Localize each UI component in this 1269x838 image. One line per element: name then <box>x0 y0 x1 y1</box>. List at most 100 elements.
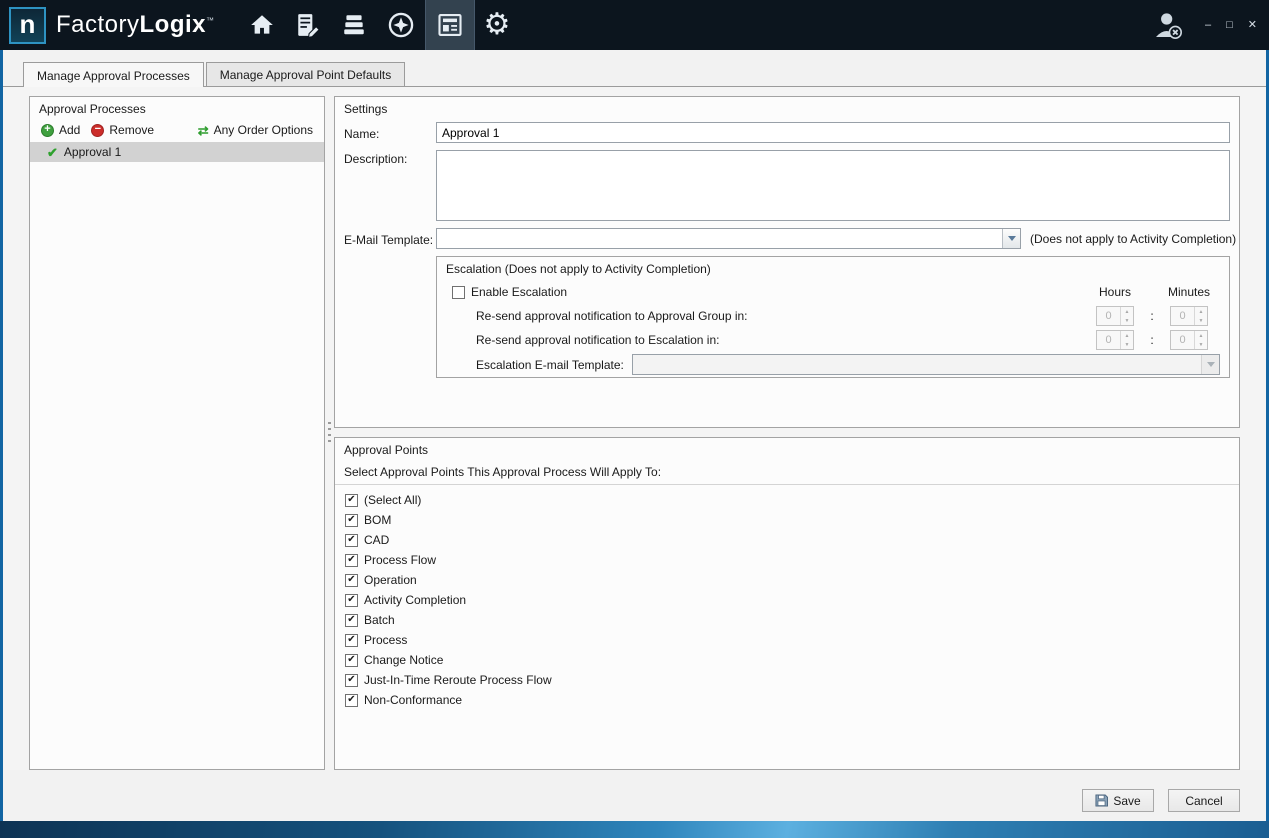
checkbox-icon[interactable] <box>345 554 358 567</box>
checkbox-icon[interactable] <box>345 694 358 707</box>
remove-button[interactable]: Remove <box>88 122 157 138</box>
checkbox-icon[interactable] <box>345 674 358 687</box>
checkbox-icon[interactable] <box>345 494 358 507</box>
point-label: BOM <box>364 513 391 527</box>
resend-escalation-label: Re-send approval notification to Escalat… <box>446 333 1084 347</box>
nav-settings-button[interactable]: ⚙ <box>475 0 520 50</box>
email-template-note: (Does not apply to Activity Completion) <box>1030 232 1236 246</box>
nav-reports-button[interactable] <box>425 0 475 50</box>
app-window: n FactoryLogix™ <box>0 0 1269 838</box>
window-controls: – □ ✕ <box>1205 20 1257 31</box>
maximize-button[interactable]: □ <box>1226 20 1233 31</box>
footer: Save Cancel <box>3 770 1266 821</box>
checkbox-icon[interactable] <box>345 594 358 607</box>
description-input[interactable] <box>436 150 1230 221</box>
cancel-label: Cancel <box>1185 794 1222 808</box>
escalation-template-label: Escalation E-mail Template: <box>476 358 624 372</box>
list-item-approval-1[interactable]: Approval 1 <box>30 142 324 162</box>
minutes-spinner-cell: 0 ▲▼ <box>1158 330 1220 350</box>
checkbox-icon[interactable] <box>345 614 358 627</box>
save-button[interactable]: Save <box>1082 789 1154 812</box>
any-order-icon <box>198 124 209 137</box>
newspaper-icon <box>435 11 465 39</box>
approval-points-title: Approval Points <box>335 438 1239 461</box>
checkbox-icon[interactable] <box>345 514 358 527</box>
escalation-template-dropdown[interactable] <box>632 354 1220 375</box>
point-label: Just-In-Time Reroute Process Flow <box>364 673 552 687</box>
close-button[interactable]: ✕ <box>1248 20 1257 31</box>
main-area: Manage Approval Processes Manage Approva… <box>3 50 1266 821</box>
point-row-non-conformance[interactable]: Non-Conformance <box>335 690 1239 710</box>
email-template-row: E-Mail Template: (Does not apply to Acti… <box>344 228 1230 249</box>
nav-materials-button[interactable] <box>331 0 377 50</box>
point-row-process-flow[interactable]: Process Flow <box>335 550 1239 570</box>
logout-user-icon[interactable] <box>1151 9 1185 41</box>
checkbox-icon[interactable] <box>452 286 465 299</box>
cancel-button[interactable]: Cancel <box>1168 789 1240 812</box>
group-minutes-spinner[interactable]: 0 ▲▼ <box>1170 306 1208 326</box>
point-label: Operation <box>364 573 417 587</box>
spinner-down-icon[interactable]: ▼ <box>1121 340 1133 349</box>
nav-production-button[interactable] <box>377 0 425 50</box>
nav-home-button[interactable] <box>239 0 285 50</box>
checkbox-icon[interactable] <box>345 654 358 667</box>
trademark: ™ <box>206 16 215 25</box>
spinner-up-icon[interactable]: ▲ <box>1195 307 1207 316</box>
approval-processes-panel: Approval Processes Add Remove Any Order … <box>29 96 325 770</box>
point-label: (Select All) <box>364 493 421 507</box>
escalation-template-value <box>633 355 1201 374</box>
spinner-up-icon[interactable]: ▲ <box>1121 307 1133 316</box>
escalation-groupbox: Escalation (Does not apply to Activity C… <box>436 256 1230 378</box>
point-row-jit-reroute[interactable]: Just-In-Time Reroute Process Flow <box>335 670 1239 690</box>
approval-process-list: Approval 1 <box>30 142 324 769</box>
hours-header: Hours <box>1084 285 1146 299</box>
spinner-up-icon[interactable]: ▲ <box>1121 331 1133 340</box>
minimize-button[interactable]: – <box>1205 20 1211 31</box>
point-label: Non-Conformance <box>364 693 462 707</box>
enable-escalation-checkbox[interactable]: Enable Escalation <box>446 285 1084 299</box>
point-row-activity-completion[interactable]: Activity Completion <box>335 590 1239 610</box>
panel-splitter[interactable] <box>325 96 334 770</box>
approval-points-list: (Select All) BOM CAD Process Flow Operat… <box>335 485 1239 710</box>
app-logo-letter: n <box>20 11 36 37</box>
spinner-value: 0 <box>1097 307 1120 325</box>
checkbox-icon[interactable] <box>345 574 358 587</box>
tab-strip: Manage Approval Processes Manage Approva… <box>3 50 1266 86</box>
point-row-select-all[interactable]: (Select All) <box>335 490 1239 510</box>
gear-icon: ⚙ <box>484 10 511 40</box>
escalation-template-dropdown-button[interactable] <box>1201 355 1219 374</box>
escalation-minutes-spinner[interactable]: 0 ▲▼ <box>1170 330 1208 350</box>
point-row-change-notice[interactable]: Change Notice <box>335 650 1239 670</box>
remove-icon <box>91 124 104 137</box>
spinner-down-icon[interactable]: ▼ <box>1121 316 1133 325</box>
checkbox-icon[interactable] <box>345 534 358 547</box>
email-template-dropdown-button[interactable] <box>1002 229 1020 248</box>
point-label: CAD <box>364 533 389 547</box>
tab-manage-approval-point-defaults[interactable]: Manage Approval Point Defaults <box>206 62 405 86</box>
spinner-up-icon[interactable]: ▲ <box>1195 331 1207 340</box>
escalation-header-row: Enable Escalation Hours Minutes <box>437 280 1229 304</box>
email-template-dropdown[interactable] <box>436 228 1021 249</box>
add-button[interactable]: Add <box>38 122 83 138</box>
window-bottom-border <box>0 821 1269 838</box>
checkbox-icon[interactable] <box>345 634 358 647</box>
minutes-header: Minutes <box>1158 285 1220 299</box>
enable-escalation-label: Enable Escalation <box>471 285 567 299</box>
spinner-down-icon[interactable]: ▼ <box>1195 340 1207 349</box>
escalation-hours-spinner[interactable]: 0 ▲▼ <box>1096 330 1134 350</box>
escalation-title: Escalation (Does not apply to Activity C… <box>437 257 1229 280</box>
spinner-value: 0 <box>1171 331 1194 349</box>
point-row-operation[interactable]: Operation <box>335 570 1239 590</box>
point-row-cad[interactable]: CAD <box>335 530 1239 550</box>
name-input[interactable] <box>436 122 1230 143</box>
point-row-bom[interactable]: BOM <box>335 510 1239 530</box>
spinner-down-icon[interactable]: ▼ <box>1195 316 1207 325</box>
point-row-process[interactable]: Process <box>335 630 1239 650</box>
group-hours-spinner[interactable]: 0 ▲▼ <box>1096 306 1134 326</box>
minutes-spinner-cell: 0 ▲▼ <box>1158 306 1220 326</box>
tab-manage-approval-processes[interactable]: Manage Approval Processes <box>23 62 204 87</box>
point-row-batch[interactable]: Batch <box>335 610 1239 630</box>
any-order-options-button[interactable]: Any Order Options <box>195 122 316 138</box>
nav-engineering-button[interactable] <box>285 0 331 50</box>
chevron-down-icon <box>1008 236 1016 241</box>
